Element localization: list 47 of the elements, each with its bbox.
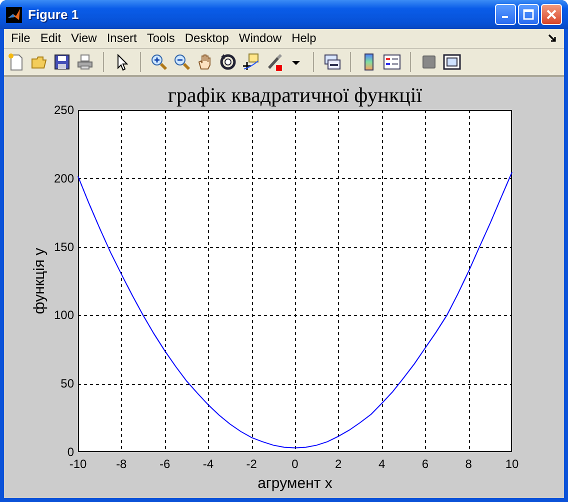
minimize-button[interactable] <box>495 4 516 26</box>
tick-label: -10 <box>69 457 87 471</box>
linked-windows-icon[interactable] <box>323 52 341 71</box>
axis-label: функція y <box>31 248 48 314</box>
window-title: Figure 1 <box>28 7 80 22</box>
menu-item[interactable]: Tools <box>142 30 180 46</box>
maximize-button[interactable] <box>518 4 539 26</box>
printer-icon[interactable] <box>76 52 94 71</box>
panel-icon[interactable] <box>443 52 461 71</box>
brush-icon[interactable] <box>265 52 283 71</box>
tick-label: -6 <box>159 457 170 471</box>
zoom-in-icon[interactable] <box>150 52 168 71</box>
close-icon <box>546 9 557 20</box>
tick-label: 50 <box>60 376 74 391</box>
tick-label: 10 <box>505 457 519 471</box>
square-icon[interactable] <box>420 52 438 71</box>
maximize-icon <box>523 9 534 20</box>
tick-label: 4 <box>378 457 386 471</box>
close-button[interactable] <box>541 4 562 26</box>
tick-label: -8 <box>116 457 127 471</box>
menu-item[interactable]: Help <box>286 30 322 46</box>
tick-label: 200 <box>54 171 74 186</box>
new-document-icon[interactable] <box>7 52 25 71</box>
rotate-icon[interactable] <box>219 52 237 71</box>
tick-label: 8 <box>465 457 472 471</box>
tick-label: 6 <box>422 457 429 471</box>
menu-item[interactable]: View <box>66 30 102 46</box>
dock-arrow-icon[interactable] <box>548 34 557 43</box>
tick-label: 2 <box>335 457 342 471</box>
menu-item[interactable]: Window <box>234 30 287 46</box>
menu-item[interactable]: Desktop <box>180 30 234 46</box>
app-logo-icon <box>6 6 22 23</box>
menu-item[interactable]: Edit <box>35 30 66 46</box>
axis-label: агрумент x <box>258 475 332 492</box>
tick-label: 100 <box>54 308 74 322</box>
chart-title: графік квадратичної функції <box>168 83 422 107</box>
zoom-out-icon[interactable] <box>173 52 191 71</box>
tick-label: 250 <box>54 103 74 117</box>
data-cursor-icon[interactable] <box>242 52 260 71</box>
tick-label: 0 <box>67 445 74 459</box>
tick-label: 150 <box>54 240 74 254</box>
menu-item[interactable]: File <box>6 30 36 46</box>
tick-label: -2 <box>246 457 257 471</box>
tick-label: 0 <box>292 457 298 471</box>
menu-item[interactable]: Insert <box>102 30 142 46</box>
legend-icon[interactable] <box>383 52 401 71</box>
tick-label: -4 <box>202 457 214 471</box>
